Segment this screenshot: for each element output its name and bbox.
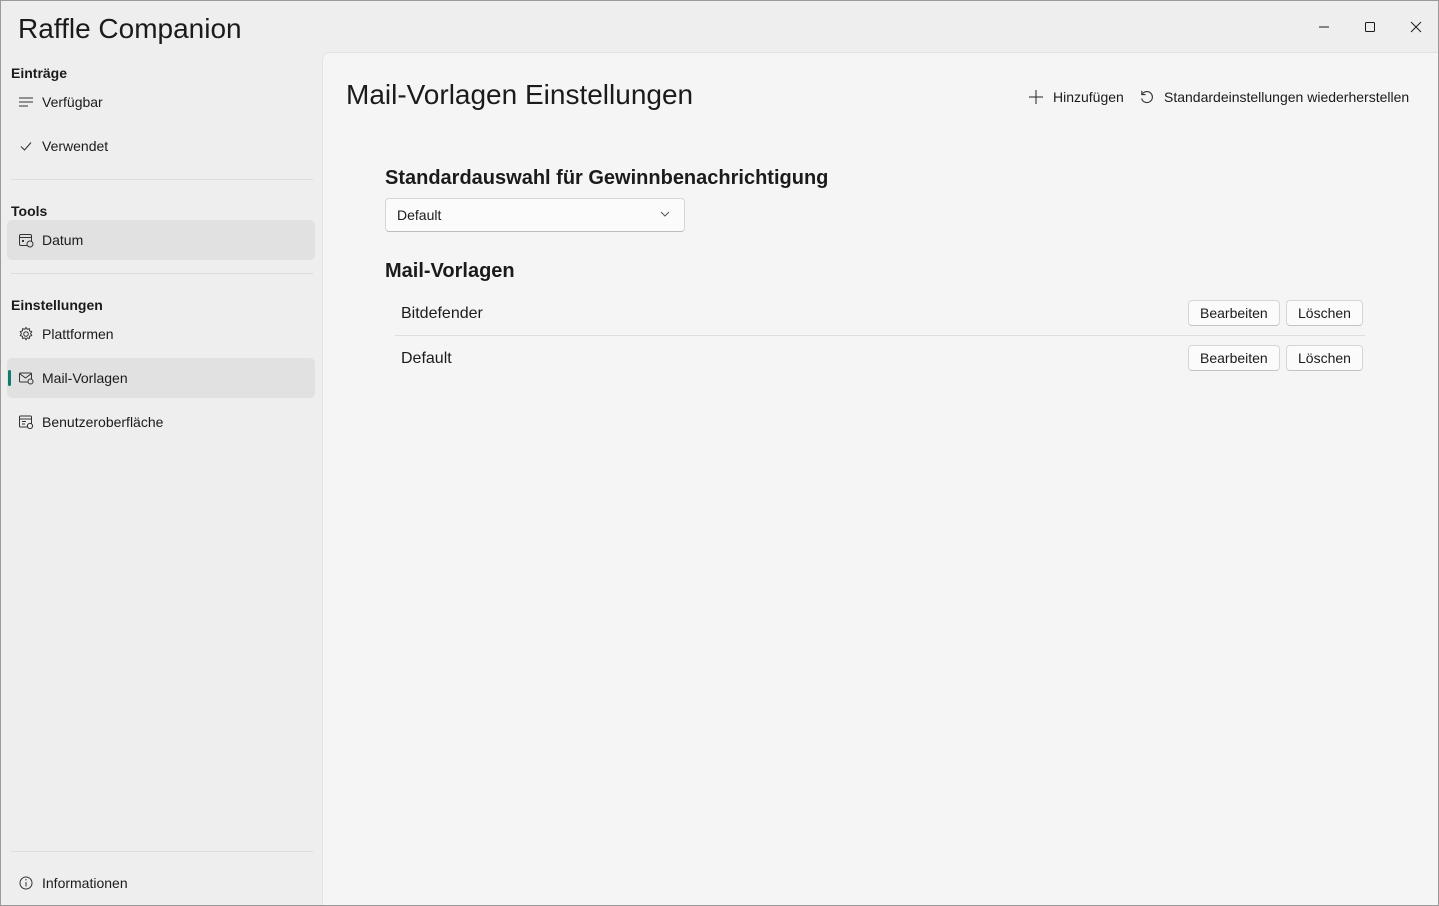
- template-name: Default: [401, 350, 452, 367]
- window-settings-icon: [17, 413, 35, 431]
- nav-item-verfuegbar[interactable]: Verfügbar: [7, 82, 315, 122]
- add-button[interactable]: Hinzufügen: [1028, 85, 1124, 109]
- chevron-down-icon: [660, 211, 670, 217]
- nav-item-mail-vorlagen[interactable]: Mail-Vorlagen: [7, 358, 315, 398]
- plus-icon: [1029, 90, 1043, 104]
- minimize-icon: [1319, 26, 1329, 28]
- section-header-einstellungen: Einstellungen: [11, 297, 103, 313]
- nav-item-benutzeroberflaeche[interactable]: Benutzeroberfläche: [7, 402, 315, 442]
- restore-defaults-label: Standardeinstellungen wiederherstellen: [1164, 89, 1410, 105]
- calendar-icon: [17, 231, 35, 249]
- info-icon: [17, 874, 35, 892]
- combobox-value: Default: [397, 207, 442, 223]
- mail-icon: [17, 369, 35, 387]
- edit-button[interactable]: Bearbeiten: [1188, 345, 1280, 371]
- app-title: Raffle Companion: [18, 13, 242, 44]
- restore-defaults-button[interactable]: Standardeinstellungen wiederherstellen: [1139, 85, 1409, 109]
- sidebar-divider: [11, 851, 313, 852]
- nav-item-label: Benutzeroberfläche: [42, 414, 164, 430]
- navigation-pane: Einträge Verfügbar Verwendet Tools Datum…: [1, 53, 321, 905]
- templates-heading: Mail-Vorlagen: [385, 260, 515, 282]
- delete-button[interactable]: Löschen: [1286, 345, 1363, 371]
- page-title: Mail-Vorlagen Einstellungen: [346, 79, 694, 110]
- section-header-tools: Tools: [11, 203, 48, 219]
- maximize-button[interactable]: [1350, 7, 1390, 47]
- default-template-combobox[interactable]: Default: [385, 198, 685, 232]
- close-icon: [1410, 21, 1422, 33]
- template-name: Bitdefender: [401, 305, 483, 322]
- row-divider: [395, 335, 1365, 336]
- nav-item-label: Verwendet: [42, 138, 109, 154]
- checkmark-icon: [17, 137, 35, 155]
- section-header-eintraege: Einträge: [11, 65, 68, 81]
- nav-item-label: Verfügbar: [42, 94, 103, 110]
- gear-icon: [17, 325, 35, 343]
- edit-button[interactable]: Bearbeiten: [1188, 300, 1280, 326]
- selection-indicator: [8, 370, 11, 386]
- nav-item-datum[interactable]: Datum: [7, 220, 315, 260]
- sidebar-divider: [11, 273, 313, 274]
- nav-item-label: Informationen: [42, 875, 128, 891]
- reset-icon: [1141, 90, 1153, 104]
- list-icon: [17, 93, 35, 111]
- nav-item-label: Mail-Vorlagen: [42, 370, 128, 386]
- default-selection-heading: Standardauswahl für Gewinnbenachrichtigu…: [385, 167, 829, 189]
- nav-item-informationen[interactable]: Informationen: [7, 863, 315, 903]
- nav-item-label: Datum: [42, 232, 84, 248]
- maximize-icon: [1365, 22, 1375, 32]
- nav-item-label: Plattformen: [42, 326, 114, 342]
- content-area: Mail-Vorlagen Einstellungen Hinzufügen S…: [322, 52, 1438, 905]
- sidebar-divider: [11, 179, 313, 180]
- minimize-button[interactable]: [1304, 7, 1344, 47]
- close-button[interactable]: [1396, 7, 1436, 47]
- add-button-label: Hinzufügen: [1053, 89, 1124, 105]
- nav-item-verwendet[interactable]: Verwendet: [7, 126, 315, 166]
- nav-item-plattformen[interactable]: Plattformen: [7, 314, 315, 354]
- delete-button[interactable]: Löschen: [1286, 300, 1363, 326]
- app-window: Raffle Companion Einträge Verfügbar Verw…: [0, 0, 1439, 906]
